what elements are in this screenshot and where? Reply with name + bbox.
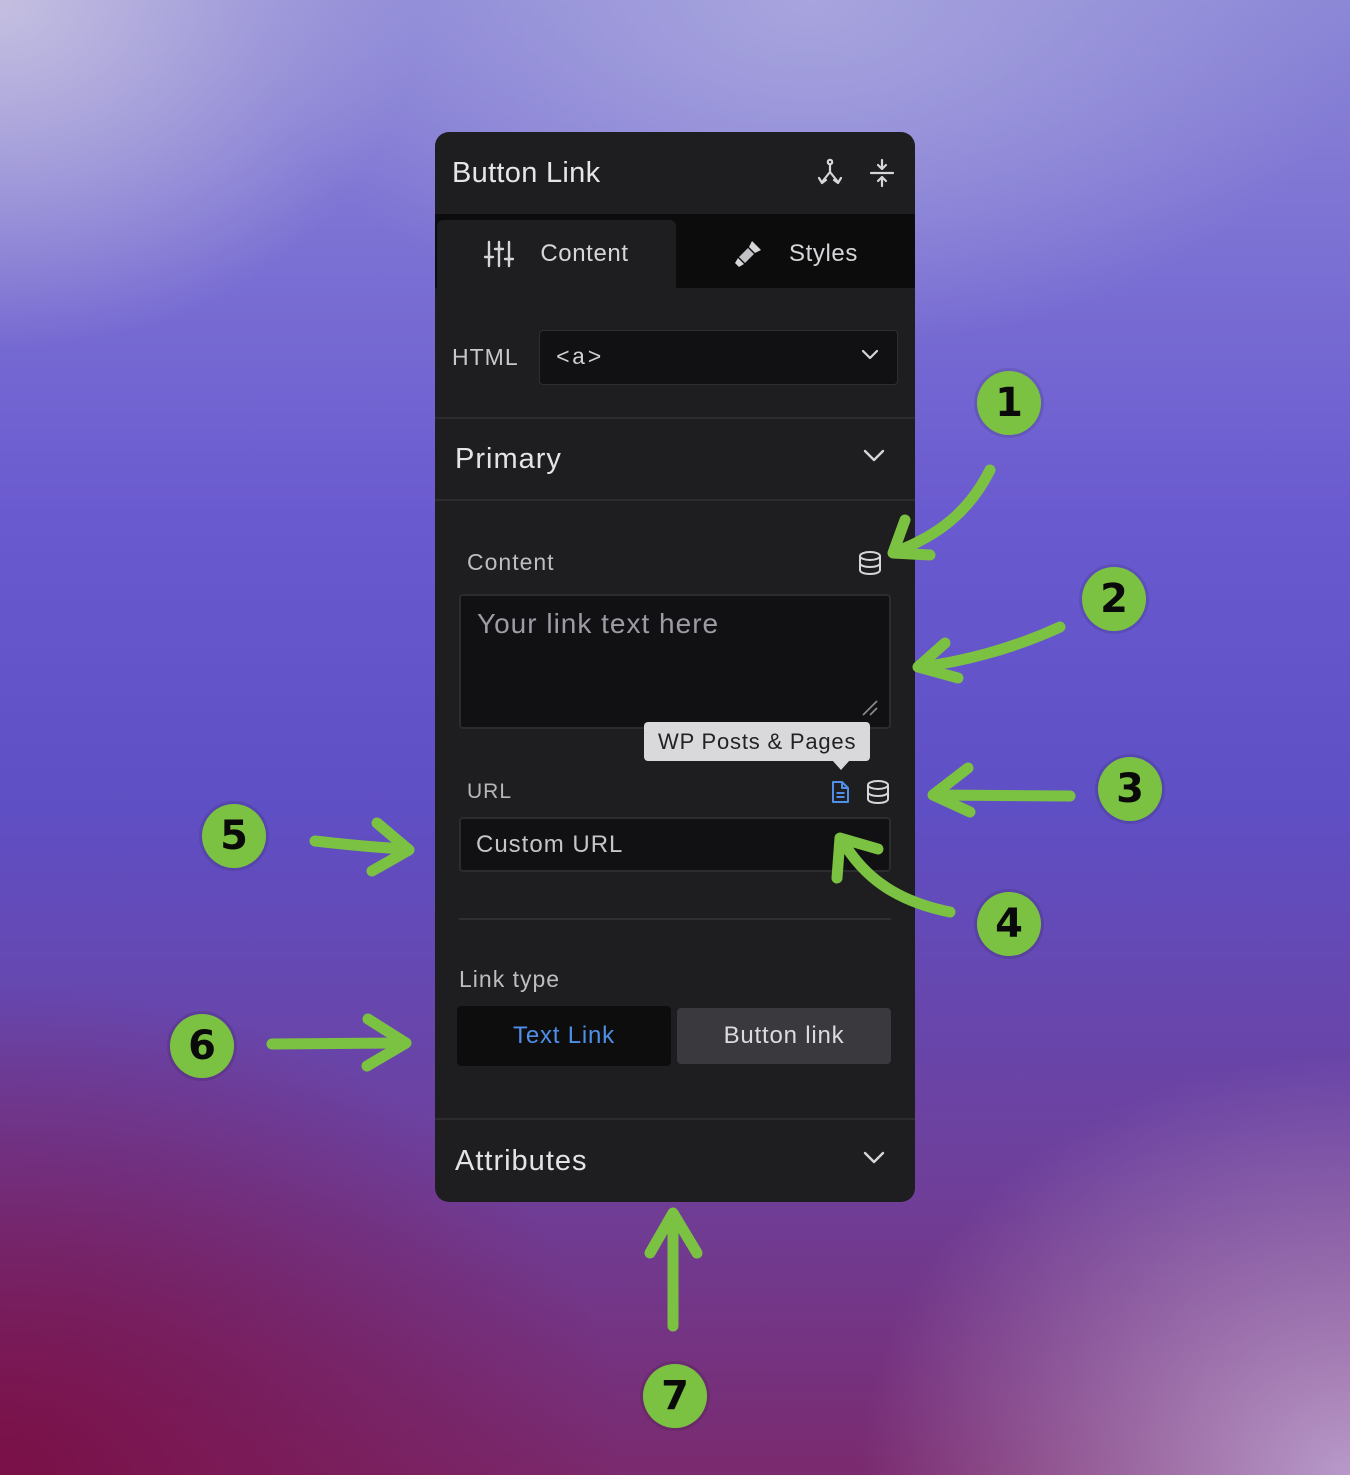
arrow-3: [929, 789, 1076, 802]
link-type-toggle: Text Link Button link: [457, 1006, 891, 1066]
database-icon[interactable]: [857, 550, 883, 576]
url-placeholder: Custom URL: [476, 830, 624, 858]
html-tag-select[interactable]: <a>: [539, 330, 898, 385]
content-field-header: Content: [459, 549, 891, 576]
expand-vertical-icon[interactable]: [867, 158, 897, 188]
element-settings-panel: Button Link Content Styles HTML <a> Prim…: [435, 132, 915, 1202]
header-icons: [815, 158, 897, 188]
arrow-6-head: [361, 1013, 412, 1072]
content-placeholder: Your link text here: [477, 608, 720, 639]
annotation-badge-5: 5: [202, 804, 266, 868]
sliders-icon: [484, 239, 515, 269]
document-icon[interactable]: [827, 779, 853, 805]
attributes-section-header[interactable]: Attributes: [435, 1118, 915, 1202]
content-field-label: Content: [467, 549, 555, 575]
html-tag-value: <a>: [556, 344, 604, 371]
html-tag-label: HTML: [452, 344, 519, 370]
attributes-section-title: Attributes: [455, 1144, 588, 1177]
annotation-badge-6: 6: [170, 1014, 234, 1078]
tab-content-label: Content: [540, 240, 629, 267]
content-textarea[interactable]: Your link text here: [459, 594, 891, 729]
annotation-badge-4: 4: [977, 892, 1041, 956]
button-link-option[interactable]: Button link: [677, 1008, 891, 1064]
html-tag-row: HTML <a>: [435, 288, 915, 417]
wp-posts-tooltip: WP Posts & Pages: [644, 722, 871, 770]
annotation-badge-7: 7: [643, 1364, 707, 1428]
arrow-2: [914, 621, 1066, 673]
arrow-7-head: [644, 1207, 703, 1259]
divider: [459, 918, 891, 920]
tab-bar: Content Styles: [435, 214, 915, 288]
arrow-2-head: [912, 637, 964, 684]
link-type-label: Link type: [459, 966, 561, 992]
annotation-badge-3: 3: [1098, 757, 1162, 821]
panel-title: Button Link: [452, 156, 601, 189]
arrow-5: [309, 835, 414, 855]
panel-header: Button Link: [435, 132, 915, 214]
url-field-icons: [827, 779, 891, 805]
url-field-header: URL: [459, 779, 891, 805]
primary-section-body: Content Your link text here URL Custom U…: [435, 501, 915, 1066]
resize-handle-icon[interactable]: [859, 697, 879, 717]
annotation-badge-1: 1: [977, 371, 1041, 435]
database-icon[interactable]: [865, 779, 891, 805]
arrow-6: [266, 1037, 411, 1050]
primary-section-title: Primary: [455, 442, 562, 475]
primary-section-header[interactable]: Primary: [435, 417, 915, 501]
chevron-down-icon: [861, 442, 887, 476]
tab-content[interactable]: Content: [437, 220, 676, 288]
tab-styles[interactable]: Styles: [676, 220, 915, 288]
arrow-3-head: [927, 762, 976, 818]
arrow-5-head: [366, 817, 415, 877]
annotation-badge-2: 2: [1082, 567, 1146, 631]
url-field-label: URL: [467, 780, 513, 803]
tab-styles-label: Styles: [789, 240, 858, 267]
paintbrush-icon: [733, 239, 763, 269]
branch-icon[interactable]: [815, 158, 845, 188]
chevron-down-icon: [861, 1144, 887, 1178]
text-link-option[interactable]: Text Link: [457, 1006, 671, 1066]
url-input[interactable]: Custom URL: [459, 817, 891, 872]
chevron-down-icon: [859, 343, 881, 372]
